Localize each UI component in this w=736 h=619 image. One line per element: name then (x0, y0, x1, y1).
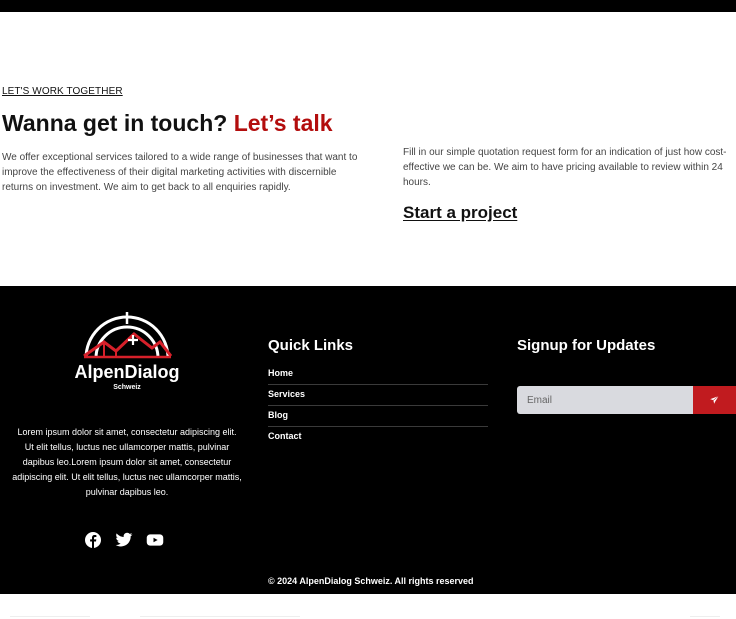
faint-divider (140, 616, 300, 617)
quick-link-home[interactable]: Home (268, 364, 488, 385)
brand-subtitle: Schweiz (113, 384, 141, 391)
quick-links-list: Home Services Blog Contact (268, 364, 488, 448)
top-strip (0, 0, 736, 12)
signup-title: Signup for Updates (517, 337, 656, 354)
faint-divider (10, 616, 90, 617)
quick-links-title: Quick Links (268, 337, 354, 354)
headline-main: Wanna get in touch? (2, 110, 228, 136)
brand-name: AlpenDialog (74, 362, 180, 382)
brand-logo[interactable]: AlpenDialog Schweiz (68, 312, 186, 396)
email-input[interactable] (517, 386, 693, 414)
eyebrow-label: LET'S WORK TOGETHER (2, 86, 123, 97)
bottom-area (0, 594, 736, 619)
facebook-icon[interactable] (84, 531, 102, 549)
quote-text: Fill in our simple quotation request for… (403, 147, 727, 188)
house-logo-icon (83, 312, 173, 359)
send-icon (709, 395, 720, 405)
quick-link-services[interactable]: Services (268, 385, 488, 406)
social-links (84, 531, 174, 549)
headline-accent: Let’s talk (233, 110, 333, 136)
twitter-icon[interactable] (115, 531, 133, 549)
intro-text: We offer exceptional services tailored t… (2, 152, 358, 193)
copyright-text: © 2024 AlpenDialog Schweiz. All rights r… (268, 576, 474, 586)
contact-section: LET'S WORK TOGETHER Wanna get in touch? … (0, 12, 736, 286)
faint-divider (690, 616, 720, 617)
quick-link-contact[interactable]: Contact (268, 427, 488, 448)
send-button[interactable] (693, 386, 736, 414)
youtube-icon[interactable] (146, 531, 164, 549)
start-project-link[interactable]: Start a project (403, 203, 517, 223)
footer: AlpenDialog Schweiz Lorem ipsum dolor si… (0, 286, 736, 594)
about-text: Lorem ipsum dolor sit amet, consectetur … (12, 427, 242, 497)
contact-headline: Wanna get in touch? Let’s talk (2, 110, 333, 137)
quick-link-blog[interactable]: Blog (268, 406, 488, 427)
